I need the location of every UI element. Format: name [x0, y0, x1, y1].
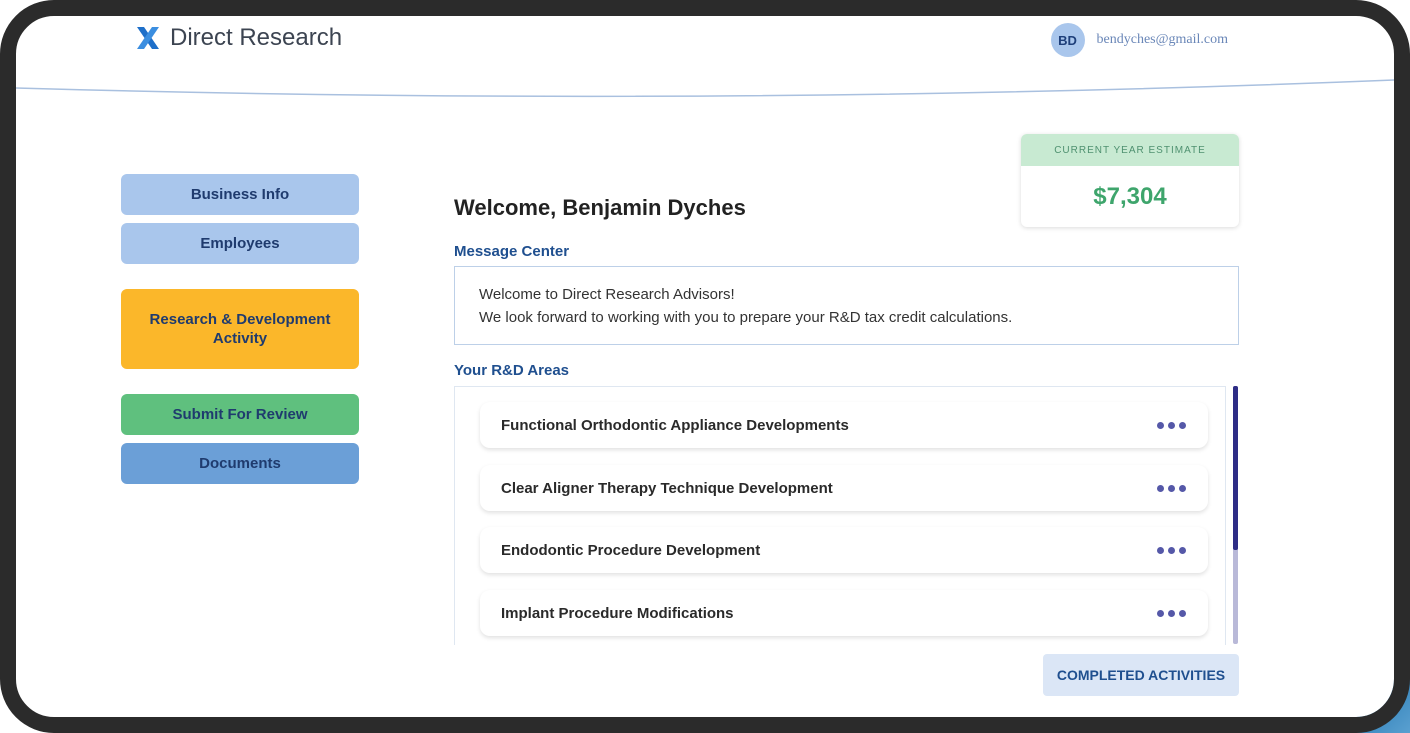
more-dots-icon[interactable] — [1157, 421, 1186, 429]
app-screen: Direct Research BD bendyches@gmail.com B… — [16, 16, 1394, 717]
message-line: We look forward to working with you to p… — [479, 309, 1013, 326]
more-dots-icon[interactable] — [1157, 546, 1186, 554]
rd-area-item[interactable]: Functional Orthodontic Appliance Develop… — [480, 402, 1208, 448]
more-dots-icon[interactable] — [1157, 484, 1186, 492]
research-development-activity-button[interactable]: Research & Development Activity — [121, 289, 359, 369]
submit-for-review-button[interactable]: Submit For Review — [121, 394, 359, 435]
logo[interactable]: Direct Research — [134, 24, 342, 52]
direct-research-logo-icon — [137, 27, 159, 49]
estimate-value: $7,304 — [1093, 182, 1167, 210]
rd-area-title: Clear Aligner Therapy Technique Developm… — [501, 479, 833, 497]
header-divider-curve — [16, 79, 1394, 98]
avatar[interactable]: BD — [1050, 23, 1085, 57]
user-email: bendyches@gmail.com — [1096, 32, 1228, 47]
page-title: Welcome, Benjamin Dyches — [454, 195, 746, 220]
rd-area-item[interactable]: Endodontic Procedure Development — [480, 527, 1208, 573]
current-year-estimate-card: CURRENT YEAR ESTIMATE $7,304 — [1021, 134, 1239, 227]
rd-area-item[interactable]: Implant Procedure Modifications — [480, 590, 1208, 636]
logo-text: Direct Research — [170, 24, 343, 51]
scrollbar-thumb[interactable] — [1233, 386, 1238, 550]
more-dots-icon[interactable] — [1157, 609, 1186, 617]
rd-areas-list: Functional Orthodontic Appliance Develop… — [454, 386, 1226, 645]
message-center-heading: Message Center — [454, 243, 570, 260]
estimate-label: CURRENT YEAR ESTIMATE — [1021, 134, 1239, 166]
rd-area-item[interactable]: Clear Aligner Therapy Technique Developm… — [480, 465, 1208, 511]
rd-list-scrollbar[interactable] — [1233, 386, 1238, 644]
completed-activities-button[interactable]: COMPLETED ACTIVITIES — [1043, 654, 1239, 696]
message-line: Welcome to Direct Research Advisors! — [479, 286, 735, 303]
business-info-button[interactable]: Business Info — [121, 174, 359, 215]
rd-area-title: Endodontic Procedure Development — [501, 541, 761, 559]
user-menu[interactable]: BD bendyches@gmail.com — [1050, 23, 1228, 57]
rd-area-title: Functional Orthodontic Appliance Develop… — [501, 416, 849, 434]
message-center-box: Welcome to Direct Research Advisors! We … — [454, 266, 1239, 345]
employees-button[interactable]: Employees — [121, 223, 359, 264]
rd-areas-heading: Your R&D Areas — [454, 362, 570, 379]
rd-area-title: Implant Procedure Modifications — [501, 604, 734, 622]
documents-button[interactable]: Documents — [121, 443, 359, 484]
